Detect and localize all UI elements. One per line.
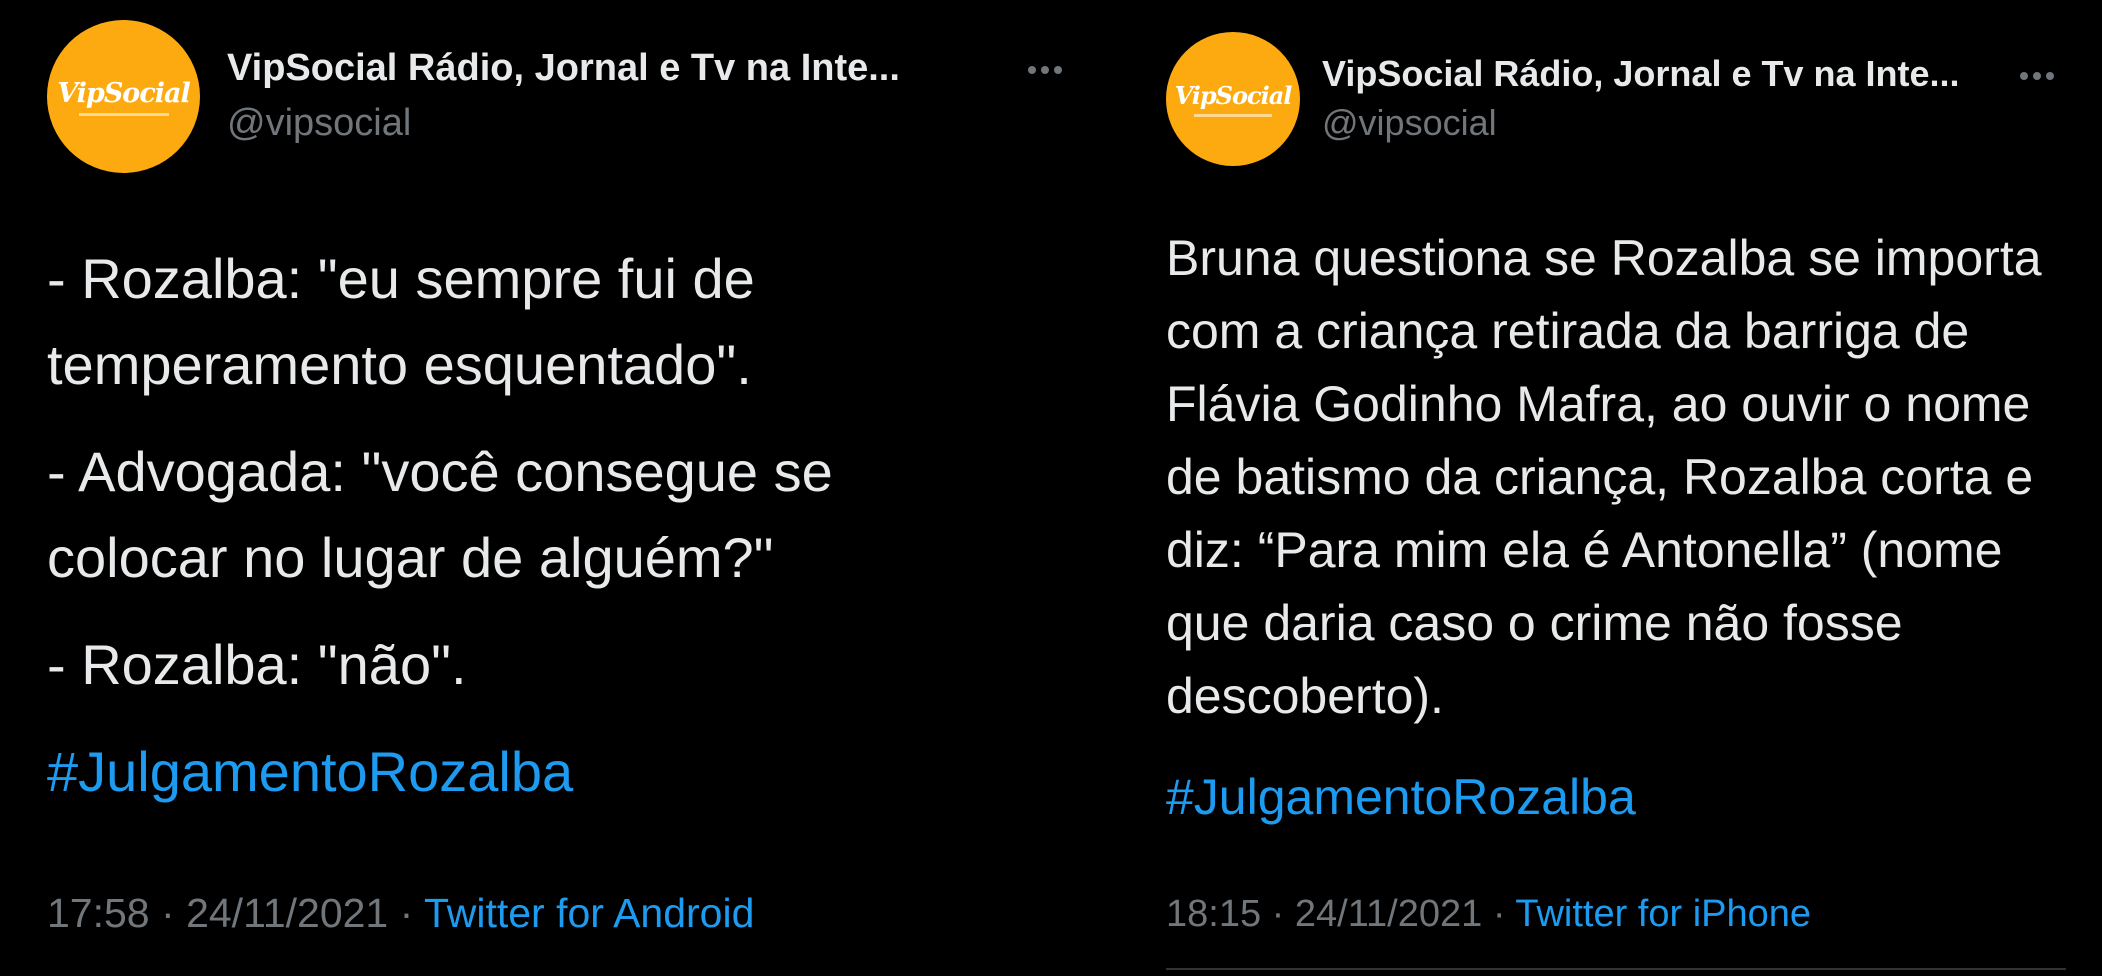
tweet-paragraph: - Rozalba: "não". <box>47 633 467 696</box>
meta-separator: · <box>399 890 414 936</box>
avatar-logo-text: VipSocial <box>57 77 191 109</box>
tweet-paragraph: - Advogada: "você consegue se colocar no… <box>47 440 833 589</box>
avatar-tagline <box>78 112 169 116</box>
tweet-meta: 18:15 · 24/11/2021 · Twitter for iPhone <box>1166 893 1811 936</box>
tweet-card-2: VipSocial VipSocial Rádio, Jornal e Tv n… <box>1120 0 2102 976</box>
tweet-paragraph: Bruna questiona se Rozalba se importa co… <box>1166 230 2042 724</box>
author-name[interactable]: VipSocial Rádio, Jornal e Tv na Inte... <box>1322 53 1960 95</box>
hashtag-link[interactable]: #JulgamentoRozalba <box>1166 761 2066 834</box>
tweet-card-1: VipSocial VipSocial Rádio, Jornal e Tv n… <box>0 0 1120 976</box>
meta-separator: · <box>161 890 175 936</box>
tweet-date[interactable]: 24/11/2021 <box>1295 893 1482 935</box>
tweet-date[interactable]: 24/11/2021 <box>186 890 388 936</box>
tweet-time[interactable]: 18:15 <box>1166 893 1261 935</box>
author-handle[interactable]: @vipsocial <box>1322 102 1497 144</box>
tweet-text: Bruna questiona se Rozalba se importa co… <box>1166 222 2066 834</box>
tweet-source-link[interactable]: Twitter for Android <box>424 890 754 936</box>
author-name[interactable]: VipSocial Rádio, Jornal e Tv na Inte... <box>227 47 900 90</box>
more-options-icon[interactable] <box>1028 66 1062 74</box>
more-options-icon[interactable] <box>2020 72 2054 80</box>
tweet-meta: 17:58 · 24/11/2021 · Twitter for Android <box>47 890 754 937</box>
tweet-source-link[interactable]: Twitter for iPhone <box>1515 893 1811 935</box>
divider <box>1166 968 2066 970</box>
hashtag-link[interactable]: #JulgamentoRozalba <box>47 729 1007 815</box>
avatar-tagline <box>1194 114 1272 117</box>
meta-separator: · <box>1492 893 1506 935</box>
author-handle[interactable]: @vipsocial <box>227 102 411 145</box>
avatar[interactable]: VipSocial <box>1166 32 1300 166</box>
meta-separator: · <box>1271 893 1285 935</box>
avatar[interactable]: VipSocial <box>47 20 200 173</box>
tweet-paragraph: - Rozalba: "eu sempre fui de temperament… <box>47 247 755 396</box>
tweet-text: - Rozalba: "eu sempre fui de temperament… <box>47 236 1007 815</box>
tweet-time[interactable]: 17:58 <box>47 890 150 936</box>
avatar-logo-text: VipSocial <box>1174 81 1293 110</box>
